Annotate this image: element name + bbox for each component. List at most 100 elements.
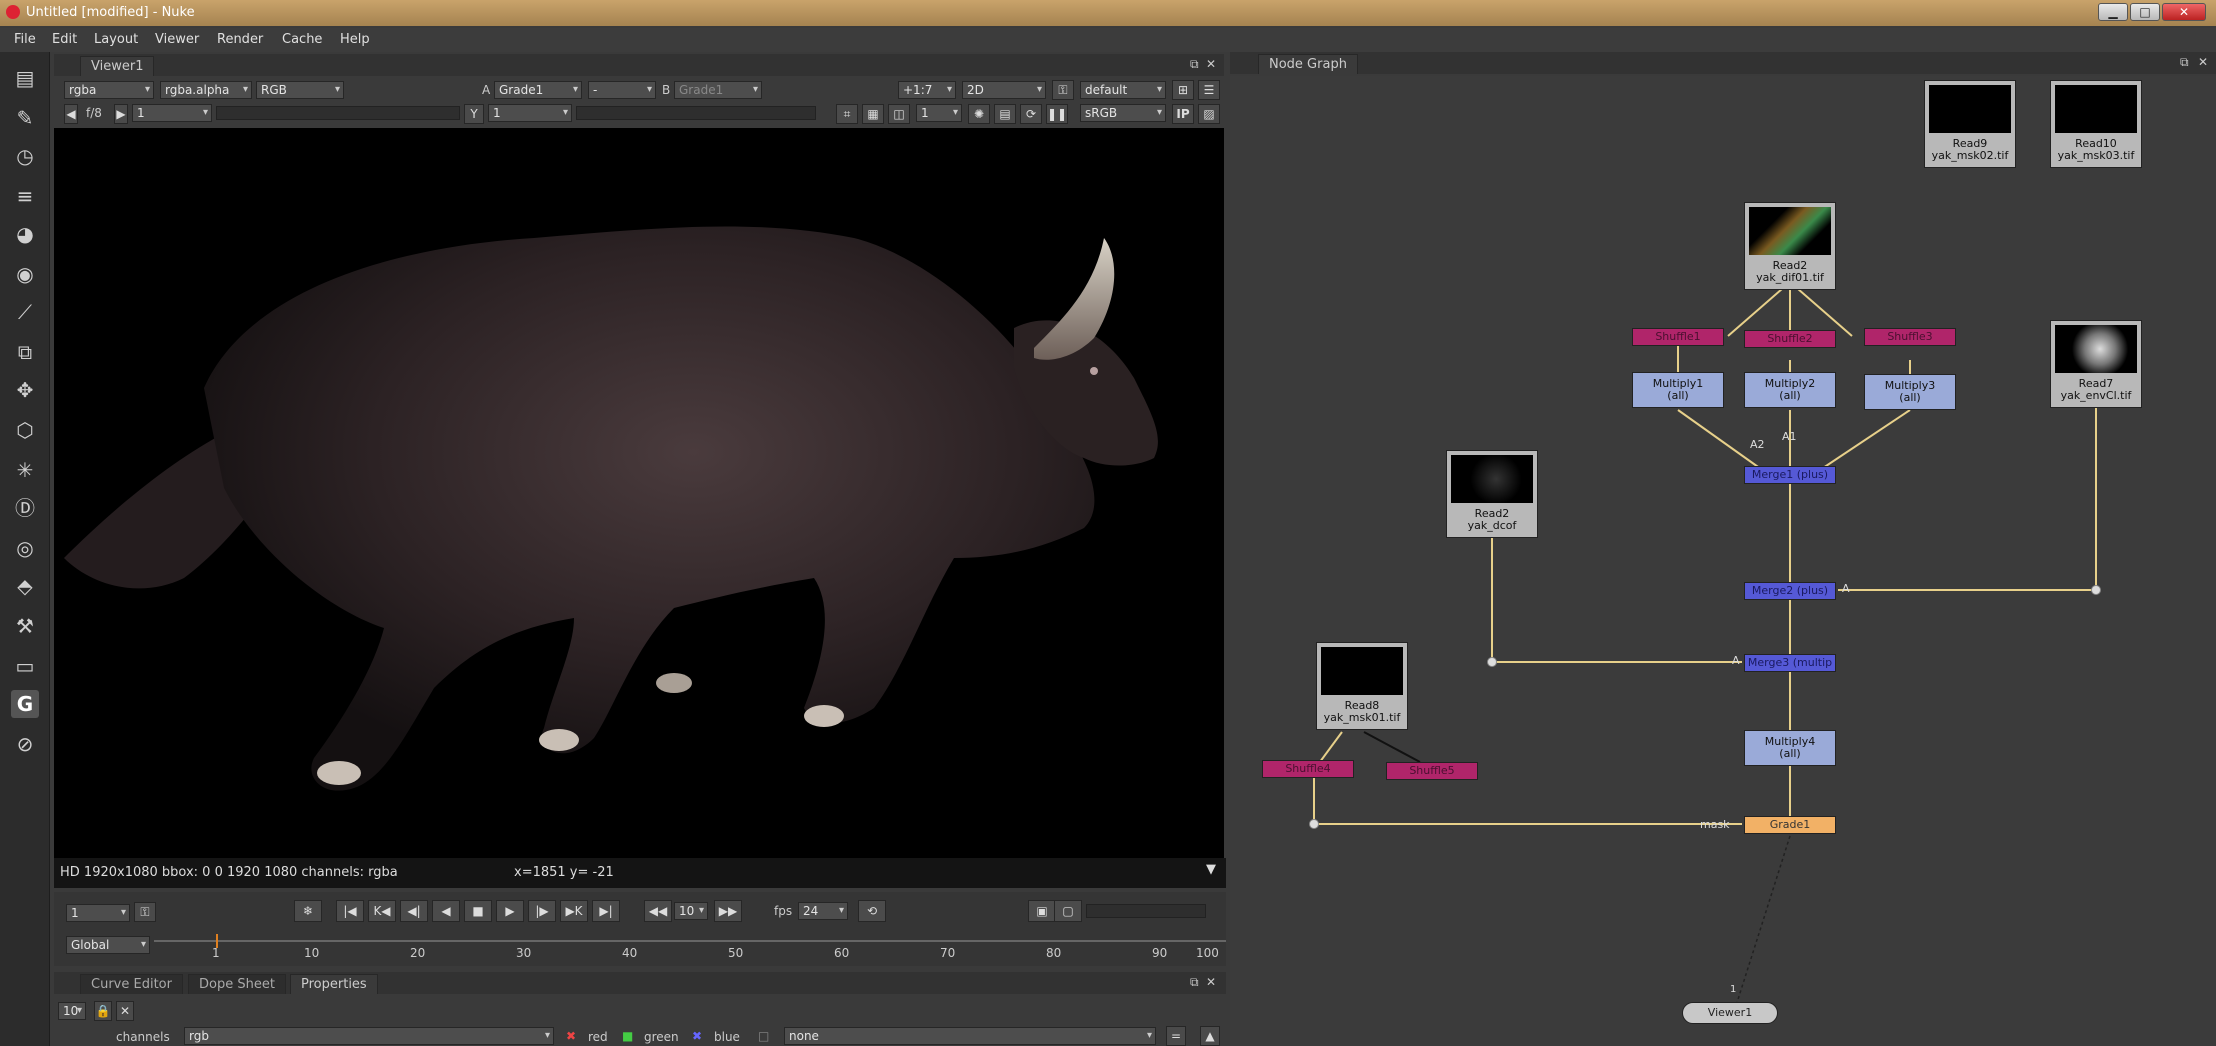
metadata-icon[interactable]: ⬘ [11, 572, 39, 600]
next-keyframe-icon[interactable]: ▶K [560, 900, 588, 922]
play-forward-icon[interactable]: ▶ [496, 900, 524, 922]
pause-icon[interactable]: ❚❚ [1046, 104, 1068, 124]
proxy-dropdown[interactable]: 1 [916, 104, 962, 122]
other-icon[interactable]: ▭ [11, 652, 39, 680]
keyer-icon[interactable]: ⟋ [11, 298, 39, 326]
viewer-viewport[interactable] [54, 128, 1224, 858]
float-panel-icon[interactable]: ⧉ [1190, 975, 1199, 990]
mask-channel-select[interactable]: none [784, 1027, 1156, 1045]
close-button[interactable]: ✕ [2162, 3, 2206, 21]
color-icon[interactable]: ◕ [11, 220, 39, 248]
menu-file[interactable]: File [14, 32, 36, 47]
in-point-icon[interactable]: ▣ [1028, 900, 1056, 922]
time-icon[interactable]: ◷ [11, 142, 39, 170]
toolsets-icon[interactable]: ⚒ [11, 612, 39, 640]
shuffle3-node[interactable]: Shuffle3 [1864, 328, 1956, 346]
viewer1-node[interactable]: Viewer1 [1682, 1002, 1778, 1024]
dot-node[interactable] [1309, 819, 1319, 829]
multiply2-node[interactable]: Multiply2 (all) [1744, 372, 1836, 408]
info-expand-icon[interactable]: ▼ [1206, 862, 1216, 877]
first-frame-icon[interactable]: |◀ [336, 900, 364, 922]
transform-icon[interactable]: ✥ [11, 376, 39, 404]
fstop-left-icon[interactable]: ◀ [64, 104, 78, 124]
timeline[interactable]: 1 10 20 30 40 50 60 70 80 90 100 [154, 934, 1226, 960]
maximize-button[interactable]: □ [2130, 3, 2160, 21]
lock-properties-icon[interactable]: 🔒 [94, 1001, 112, 1021]
menu-viewer[interactable]: Viewer [155, 32, 199, 47]
read9-node[interactable]: Read9 yak_msk02.tif [1924, 80, 2016, 168]
plugin-icon[interactable]: ⊘ [11, 730, 39, 758]
shuffle5-node[interactable]: Shuffle5 [1386, 762, 1478, 780]
out-point-icon[interactable]: ▢ [1054, 900, 1082, 922]
tab-node-graph[interactable]: Node Graph [1258, 54, 1358, 74]
overlay-icon[interactable]: ▦ [862, 104, 884, 124]
playback-range-slider[interactable] [1086, 904, 1206, 918]
green-checkbox[interactable]: ■ [622, 1029, 633, 1043]
shuffle1-node[interactable]: Shuffle1 [1632, 328, 1724, 346]
pause-update-icon[interactable]: ✺ [968, 104, 990, 124]
deep-icon[interactable]: Ⓓ [11, 494, 39, 522]
menu-cache[interactable]: Cache [282, 32, 322, 47]
tab-dope-sheet[interactable]: Dope Sheet [188, 974, 286, 994]
frame-lock-icon[interactable]: ⚿ [134, 902, 156, 922]
gain-input[interactable]: 1 [132, 104, 212, 122]
menu-layout[interactable]: Layout [94, 32, 138, 47]
merge2-node[interactable]: Merge2 (plus) [1744, 582, 1836, 600]
filter-icon[interactable]: ◉ [11, 260, 39, 288]
snowflake-icon[interactable]: ❄ [294, 900, 322, 922]
close-panel-icon[interactable]: ✕ [2198, 55, 2208, 69]
roi-icon[interactable]: ⊞ [1172, 80, 1194, 100]
read2-dif-node[interactable]: Read2 yak_dif01.tif [1744, 202, 1836, 290]
input-b-dropdown[interactable]: Grade1 [674, 81, 762, 99]
dot-node[interactable] [1487, 657, 1497, 667]
gamma-input[interactable]: 1 [488, 104, 572, 122]
max-panels-input[interactable]: 10 [58, 1002, 86, 1020]
float-panel-icon[interactable]: ⧉ [1190, 57, 1199, 72]
read7-node[interactable]: Read7 yak_envCl.tif [2050, 320, 2142, 408]
tab-viewer1[interactable]: Viewer1 [80, 56, 155, 76]
colorspace-dropdown[interactable]: sRGB [1080, 104, 1166, 122]
node-graph-canvas[interactable]: Read9 yak_msk02.tif Read10 yak_msk03.tif… [1230, 76, 2216, 1046]
skip-back-icon[interactable]: ◀◀ [644, 900, 672, 922]
float-panel-icon[interactable]: ⧉ [2180, 55, 2189, 70]
gamma-slider[interactable] [576, 106, 816, 120]
last-frame-icon[interactable]: ▶| [592, 900, 620, 922]
channel-icon[interactable]: ≡ [11, 182, 39, 210]
merge-icon[interactable]: ⧉ [11, 338, 39, 366]
read2-dcof-node[interactable]: Read2 yak_dcof [1446, 450, 1538, 538]
next-frame-icon[interactable]: |▶ [528, 900, 556, 922]
view-mode-dropdown[interactable]: 2D [962, 81, 1046, 99]
lock-icon[interactable]: ⚿ [1052, 80, 1074, 100]
dot-node[interactable] [2091, 585, 2101, 595]
display-dropdown[interactable]: RGB [256, 81, 344, 99]
gizmo-icon[interactable]: G [11, 690, 39, 718]
proxy-icon[interactable]: ◫ [888, 104, 910, 124]
grade1-node[interactable]: Grade1 [1744, 816, 1836, 834]
grid-icon[interactable]: ▤ [994, 104, 1016, 124]
refresh-icon[interactable]: ⟳ [1020, 104, 1042, 124]
tab-properties[interactable]: Properties [290, 974, 378, 994]
zoom-dropdown[interactable]: +1:7 [898, 81, 956, 99]
clear-properties-icon[interactable]: ✕ [116, 1001, 134, 1021]
channels-select[interactable]: rgb [184, 1027, 554, 1045]
input-a-dropdown[interactable]: Grade1 [494, 81, 582, 99]
clipping-icon[interactable]: ⌗ [836, 104, 858, 124]
multiply3-node[interactable]: Multiply3 (all) [1864, 374, 1956, 410]
frame-input[interactable]: 1 [66, 904, 130, 922]
range-mode-dropdown[interactable]: Global [66, 936, 150, 954]
views-icon[interactable]: ◎ [11, 534, 39, 562]
merge3-node[interactable]: Merge3 (multip [1744, 654, 1836, 672]
read10-node[interactable]: Read10 yak_msk03.tif [2050, 80, 2142, 168]
close-panel-icon[interactable]: ✕ [1206, 975, 1216, 989]
skip-forward-icon[interactable]: ▶▶ [714, 900, 742, 922]
menu-edit[interactable]: Edit [52, 32, 77, 47]
scroll-up-icon[interactable]: ▲ [1200, 1026, 1220, 1046]
draw-icon[interactable]: ✎ [11, 104, 39, 132]
blue-checkbox[interactable]: ✖ [692, 1029, 702, 1043]
stripes-icon[interactable]: ▨ [1198, 104, 1220, 124]
menu-help[interactable]: Help [340, 32, 370, 47]
fstop-value[interactable]: f/8 [86, 106, 102, 120]
increment-input[interactable]: 10 [674, 902, 708, 920]
gamma-y-label[interactable]: Y [464, 104, 484, 124]
close-panel-icon[interactable]: ✕ [1206, 57, 1216, 71]
